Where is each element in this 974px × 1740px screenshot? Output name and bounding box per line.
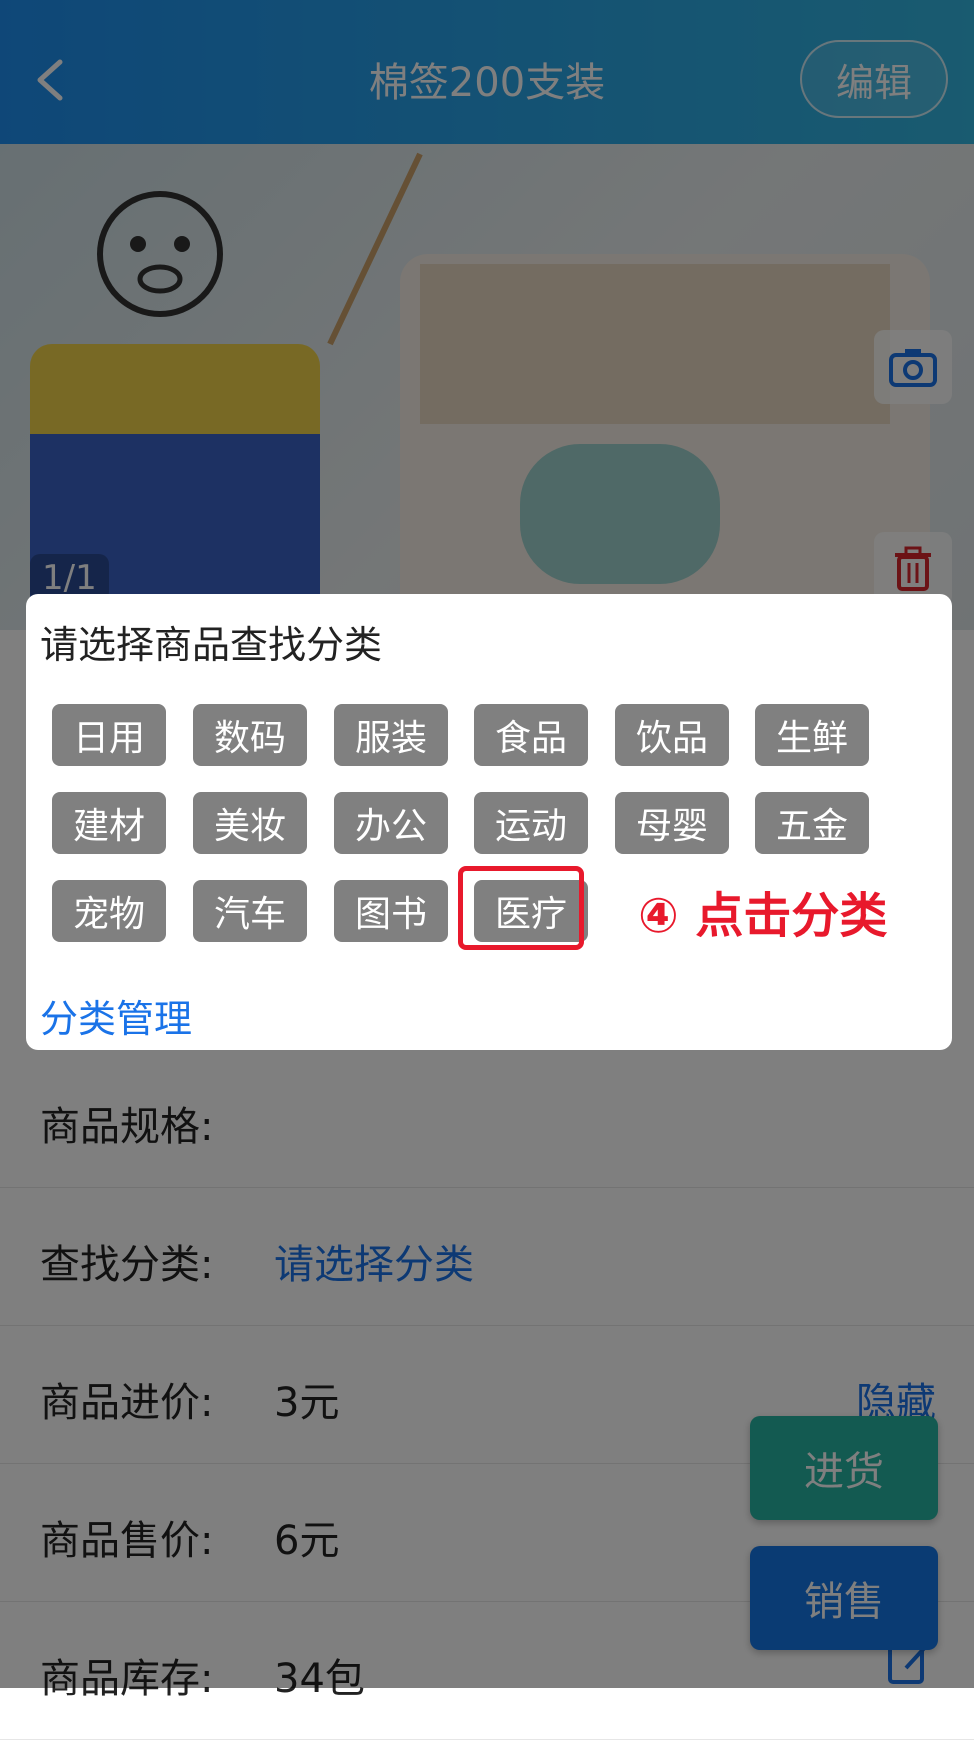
category-chip-building[interactable]: 建材 [52, 792, 166, 854]
category-chip-hardware[interactable]: 五金 [755, 792, 869, 854]
category-chip-office[interactable]: 办公 [334, 792, 448, 854]
category-chip-clothing[interactable]: 服装 [334, 704, 448, 766]
category-manage-link[interactable]: 分类管理 [40, 988, 192, 1043]
category-chip-books[interactable]: 图书 [334, 880, 448, 942]
category-chip-pets[interactable]: 宠物 [52, 880, 166, 942]
dialog-title: 请选择商品查找分类 [40, 623, 383, 667]
category-dialog: 请选择商品查找分类 日用 数码 服装 食品 饮品 生鲜 建材 美妆 办公 运动 … [26, 594, 952, 1050]
category-chip-auto[interactable]: 汽车 [193, 880, 307, 942]
category-chip-daily[interactable]: 日用 [52, 704, 166, 766]
category-chip-drinks[interactable]: 饮品 [615, 704, 729, 766]
tutorial-annotation: ④ 点击分类 [638, 888, 888, 944]
category-chip-sports[interactable]: 运动 [474, 792, 588, 854]
category-chip-digital[interactable]: 数码 [193, 704, 307, 766]
category-chip-baby[interactable]: 母婴 [615, 792, 729, 854]
category-chip-fresh[interactable]: 生鲜 [755, 704, 869, 766]
category-chip-beauty[interactable]: 美妆 [193, 792, 307, 854]
category-chip-food[interactable]: 食品 [474, 704, 588, 766]
highlight-box [458, 866, 584, 950]
